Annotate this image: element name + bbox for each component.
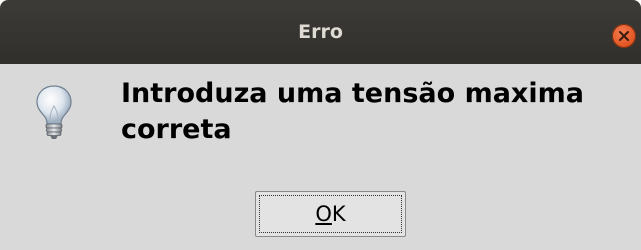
lightbulb-icon [36, 85, 72, 139]
title-bar[interactable]: Erro [0, 0, 641, 64]
ok-button[interactable]: OK [255, 191, 406, 237]
error-message: Introduza uma tensão maxima correta [121, 78, 584, 145]
close-icon [619, 31, 629, 41]
ok-mnemonic: O [315, 202, 332, 226]
window-title: Erro [298, 21, 343, 43]
close-button[interactable] [612, 24, 636, 48]
ok-button-label: OK [256, 192, 405, 236]
ok-label-rest: K [331, 202, 346, 226]
error-dialog-window: Erro Introduza uma tensão maxima correta… [0, 0, 641, 250]
dialog-body: Introduza uma tensão maxima correta OK [0, 64, 641, 250]
